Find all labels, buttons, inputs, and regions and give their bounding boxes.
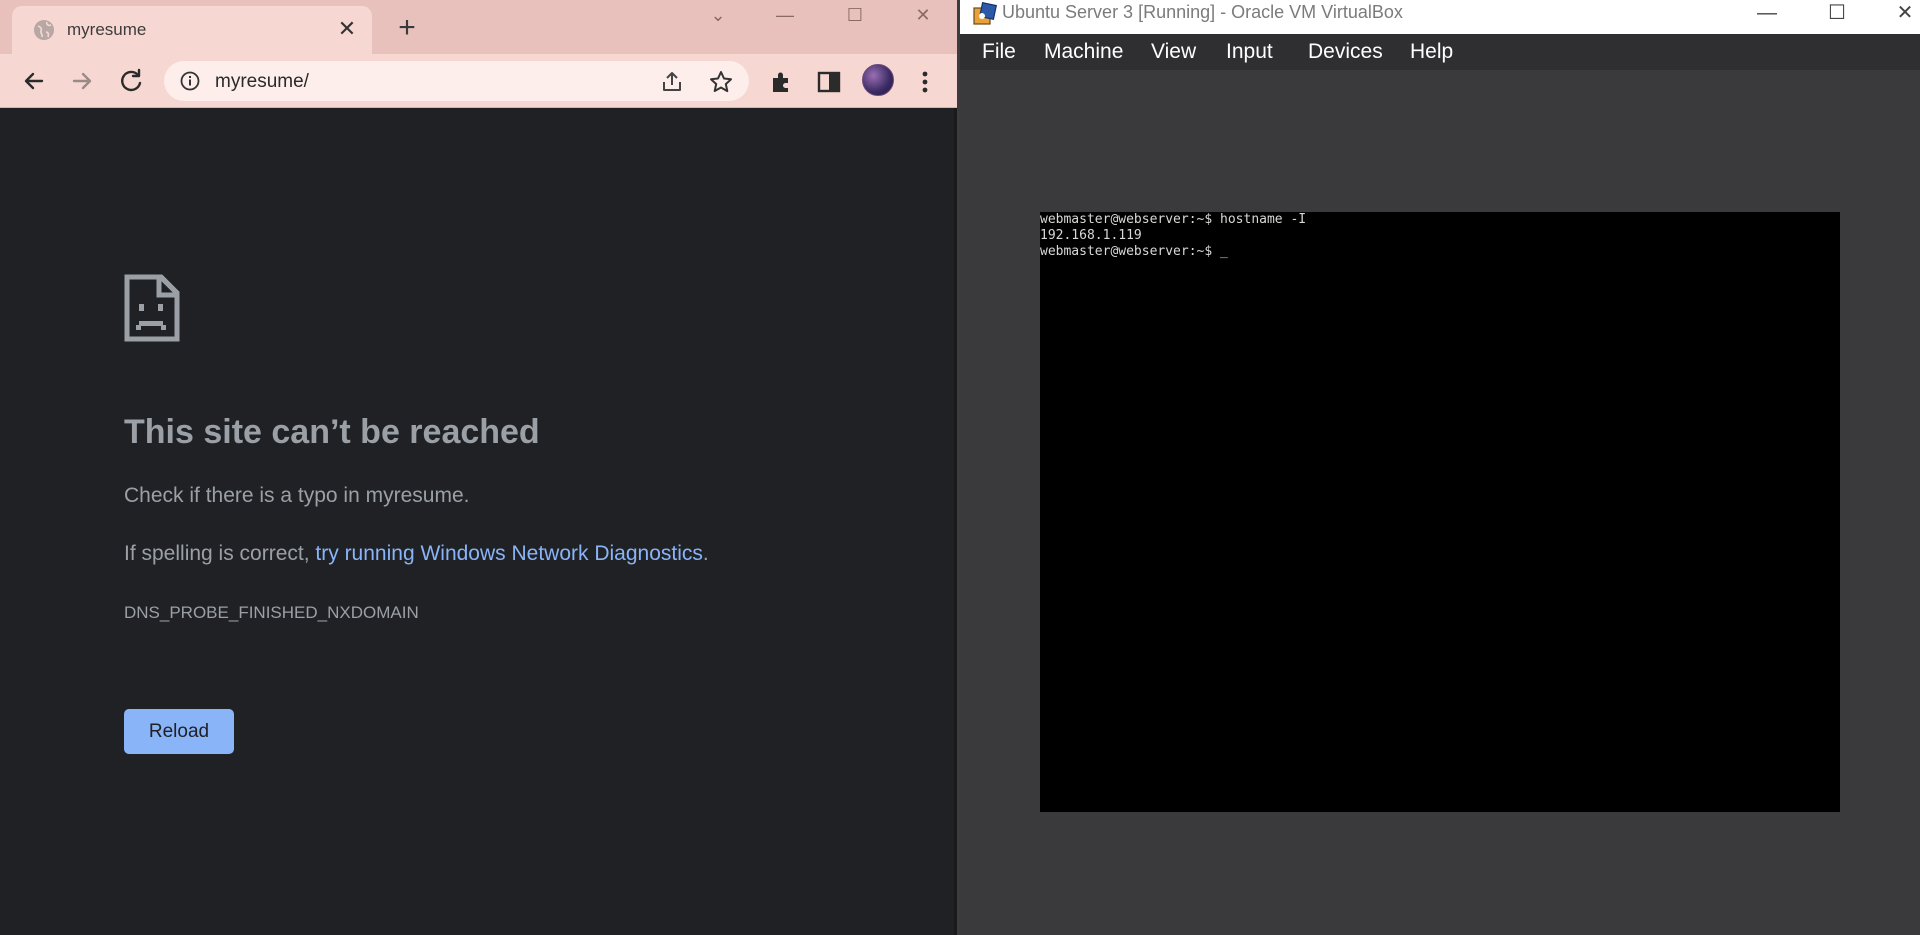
tab-close-icon[interactable]: ✕ bbox=[334, 16, 360, 42]
menu-devices[interactable]: Devices bbox=[1308, 40, 1383, 64]
vbox-menu-bar: File Machine View Input Devices Help bbox=[960, 34, 1920, 70]
error-title: This site can’t be reached bbox=[124, 413, 540, 451]
more-menu-icon[interactable] bbox=[912, 68, 938, 96]
share-icon[interactable] bbox=[660, 70, 684, 94]
vbox-title-bar: Ubuntu Server 3 [Running] - Oracle VM Vi… bbox=[960, 0, 1920, 34]
reload-button[interactable]: Reload bbox=[124, 709, 234, 754]
forward-icon[interactable] bbox=[64, 63, 100, 99]
back-icon[interactable] bbox=[16, 63, 52, 99]
terminal-line: 192.168.1.119 bbox=[1040, 228, 1142, 243]
minimize-icon[interactable]: — bbox=[762, 2, 808, 28]
globe-icon bbox=[34, 20, 54, 40]
virtualbox-logo-icon bbox=[973, 2, 998, 25]
spelling-suffix: . bbox=[702, 542, 709, 565]
vbox-window-title: Ubuntu Server 3 [Running] - Oracle VM Vi… bbox=[1002, 2, 1403, 22]
network-diagnostics-link[interactable]: try running Windows Network Diagnostics bbox=[315, 542, 702, 565]
menu-help[interactable]: Help bbox=[1410, 40, 1453, 64]
error-spelling-message: If spelling is correct, try running Wind… bbox=[124, 542, 709, 566]
tab-myresume[interactable]: myresume ✕ bbox=[12, 6, 372, 54]
menu-input[interactable]: Input bbox=[1226, 40, 1273, 64]
terminal-line: webmaster@webserver:~$ hostname -I bbox=[1040, 212, 1307, 227]
menu-file[interactable]: File bbox=[982, 40, 1016, 64]
sad-page-icon bbox=[124, 274, 180, 342]
tab-strip: myresume ✕ + ⌄ — ☐ ✕ bbox=[0, 0, 957, 54]
vbox-minimize-icon[interactable]: — bbox=[1744, 0, 1790, 30]
error-code: DNS_PROBE_FINISHED_NXDOMAIN bbox=[124, 603, 419, 622]
profile-avatar[interactable] bbox=[862, 64, 894, 96]
refresh-icon[interactable] bbox=[113, 63, 149, 99]
vm-console-screen[interactable]: webmaster@webserver:~$ hostname -I 192.1… bbox=[1040, 212, 1840, 812]
vbox-close-icon[interactable]: ✕ bbox=[1882, 0, 1920, 30]
browser-window: myresume ✕ + ⌄ — ☐ ✕ myresume/ This site… bbox=[0, 0, 957, 935]
menu-view[interactable]: View bbox=[1151, 40, 1196, 64]
tab-title: myresume bbox=[67, 20, 147, 39]
maximize-icon[interactable]: ☐ bbox=[832, 2, 878, 28]
vbox-maximize-icon[interactable]: ☐ bbox=[1814, 0, 1860, 30]
star-icon[interactable] bbox=[708, 69, 734, 95]
new-tab-button[interactable]: + bbox=[390, 12, 424, 46]
side-panel-icon[interactable] bbox=[816, 69, 842, 95]
spelling-prefix: If spelling is correct, bbox=[124, 542, 316, 565]
url-text[interactable]: myresume/ bbox=[215, 71, 309, 93]
info-icon[interactable] bbox=[180, 71, 200, 91]
error-typo-message: Check if there is a typo in myresume. bbox=[124, 484, 470, 507]
extensions-icon[interactable] bbox=[768, 69, 794, 95]
terminal-line: webmaster@webserver:~$ _ bbox=[1040, 244, 1228, 259]
tab-search-icon[interactable]: ⌄ bbox=[695, 2, 741, 28]
menu-machine[interactable]: Machine bbox=[1044, 40, 1123, 64]
close-window-icon[interactable]: ✕ bbox=[900, 2, 946, 28]
